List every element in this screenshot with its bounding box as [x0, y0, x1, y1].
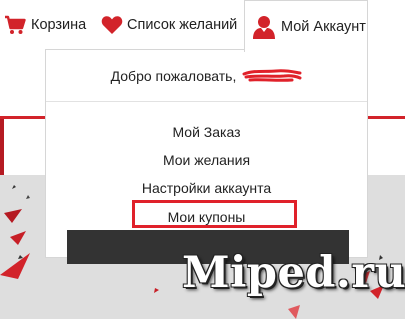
heart-icon	[101, 15, 123, 35]
nav-cart-link[interactable]: Корзина	[4, 0, 86, 50]
redacted-username-scribble	[242, 68, 302, 84]
user-icon	[253, 15, 275, 39]
nav-account-link[interactable]: Мой Аккаунт	[244, 0, 368, 52]
welcome-text: Добро пожаловать,	[110, 67, 237, 84]
menu-item-my-wishes[interactable]: Мои желания	[46, 151, 367, 169]
cart-label: Корзина	[31, 17, 87, 33]
watermark-logo: Miped.ru	[182, 248, 405, 298]
welcome-message: Добро пожаловать,	[46, 50, 367, 102]
menu-item-my-order[interactable]: Мой Заказ	[46, 123, 367, 141]
top-navigation: Корзина Список желаний Мой Аккаунт	[0, 0, 405, 52]
account-label: Мой Аккаунт	[281, 18, 366, 35]
nav-wishlist-link[interactable]: Список желаний	[101, 0, 237, 50]
menu-item-account-settings[interactable]: Настройки аккаунта	[46, 179, 367, 197]
wishlist-label: Список желаний	[127, 17, 238, 33]
coupon-highlight-box	[132, 200, 297, 228]
cart-icon	[4, 15, 26, 35]
account-dropdown: Добро пожаловать, Мой Заказ Мои желания …	[45, 49, 368, 264]
